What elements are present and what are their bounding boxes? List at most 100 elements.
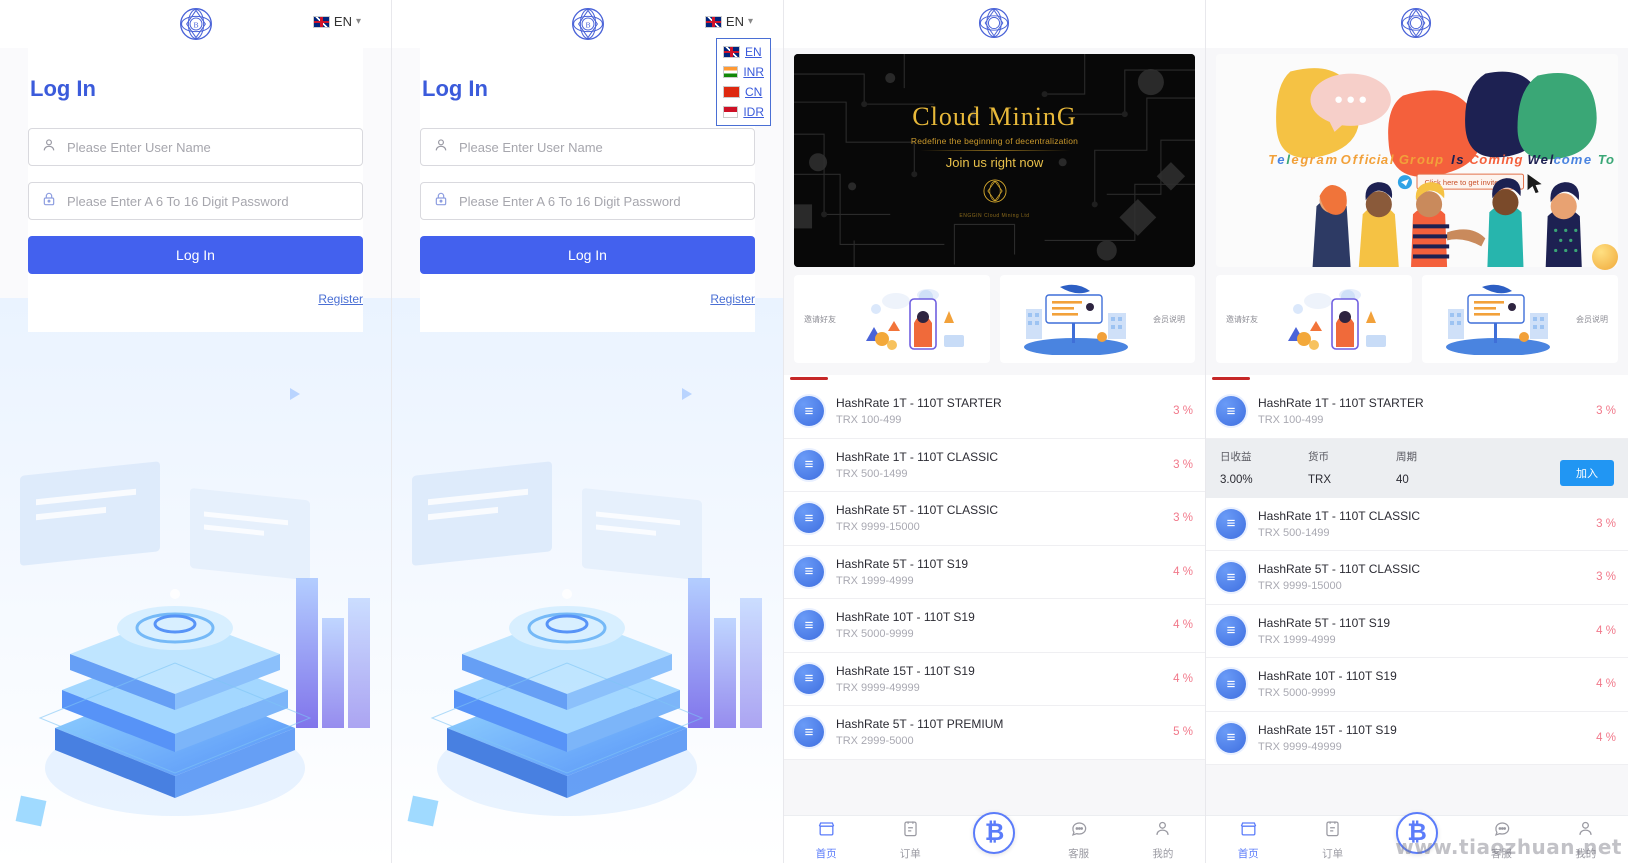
svg-text:e: e (1584, 152, 1591, 167)
banner-carousel[interactable]: Te le gr am Of fi ci al Gr ou p Is C o m… (1206, 48, 1628, 267)
user-profile-icon (1153, 819, 1172, 843)
language-option-inr[interactable]: INR (717, 62, 770, 82)
product-rate: 3 % (1596, 571, 1616, 584)
mining-banner[interactable]: Cloud MininG Redefine the beginning of d… (794, 54, 1195, 267)
join-button[interactable]: 加入 (1560, 459, 1614, 486)
quick-card-member-guide[interactable]: 会员说明 (999, 275, 1195, 363)
svg-text:a: a (1381, 152, 1388, 167)
svg-text:I: I (1451, 152, 1455, 167)
table-row[interactable]: ≡ HashRate 10T - 110T S19 TRX 5000-9999 … (784, 599, 1205, 653)
top-bar: B EN ▾ (0, 0, 391, 48)
tab-indicator (1212, 377, 1250, 380)
svg-text:o: o (1479, 152, 1487, 167)
lock-icon (41, 191, 57, 212)
banner-carousel[interactable]: Cloud MininG Redefine the beginning of d… (784, 48, 1205, 267)
product-rate: 3 % (1596, 517, 1616, 530)
table-row[interactable]: ≡ HashRate 1T - 110T CLASSIC TRX 500-149… (784, 438, 1205, 492)
language-current-label: EN (333, 14, 352, 29)
tab-label: 订单 (899, 847, 921, 860)
tab-home[interactable]: 首页 (796, 819, 856, 861)
screenshot-root: B EN ▾ Log In Please Enter User Name Ple… (0, 0, 1629, 863)
table-row[interactable]: ≡ HashRate 5T - 110T CLASSIC TRX 9999-15… (1206, 551, 1628, 605)
username-field[interactable]: Please Enter User Name (28, 128, 363, 166)
row-content: HashRate 15T - 110T S19 TRX 9999-49999 (1258, 721, 1588, 756)
product-detail-panel: 日收益 3.00% 货币 TRX 周期 40 加入 (1206, 438, 1628, 498)
telegram-banner[interactable]: Te le gr am Of fi ci al Gr ou p Is C o m… (1216, 54, 1618, 267)
table-row[interactable]: ≡ HashRate 5T - 110T S19 TRX 1999-4999 4… (1206, 604, 1628, 658)
tab-orders[interactable]: 订单 (880, 819, 940, 861)
svg-text:o: o (1417, 152, 1425, 167)
quick-card-invite-friends[interactable]: 邀请好友 (1216, 275, 1412, 363)
password-field[interactable]: Please Enter A 6 To 16 Digit Password (420, 182, 755, 220)
orders-icon (1323, 819, 1342, 843)
orders-icon (901, 819, 920, 843)
member-guide-illustration (1016, 283, 1136, 356)
product-range: TRX 5000-9999 (1258, 687, 1336, 699)
user-icon (433, 137, 449, 158)
trx-coin-icon: ≡ (794, 556, 824, 587)
tab-profile[interactable]: 我的 (1133, 819, 1193, 861)
table-row[interactable]: ≡ HashRate 15T - 110T S19 TRX 9999-49999… (1206, 711, 1628, 765)
app-logo-icon: B (571, 7, 605, 41)
language-dropdown-menu[interactable]: EN INR CN IDR (716, 38, 771, 126)
language-switcher[interactable]: EN ▾ (704, 14, 753, 29)
tab-bitcoin-center[interactable]: ₿ (964, 811, 1024, 854)
language-option-en[interactable]: EN (717, 42, 770, 62)
table-row[interactable]: ≡ HashRate 5T - 110T PREMIUM TRX 2999-50… (784, 706, 1205, 760)
table-row[interactable]: ≡ HashRate 5T - 110T S19 TRX 1999-4999 4… (784, 545, 1205, 599)
table-row[interactable]: ≡ HashRate 15T - 110T S19 TRX 9999-49999… (784, 652, 1205, 706)
register-link[interactable]: Register (28, 292, 363, 306)
product-rate: 4 % (1173, 672, 1193, 685)
bottom-tab-bar: 首页 订单 ₿ 客服 我的 (784, 811, 1205, 863)
register-link[interactable]: Register (420, 292, 755, 306)
trx-coin-icon: ≡ (1216, 669, 1246, 700)
product-rate: 4 % (1173, 619, 1193, 632)
quick-action-cards: 邀请好友 会员说明 (1206, 267, 1628, 363)
detail-header: 日收益 (1220, 450, 1252, 463)
app-logo-icon: B (179, 7, 213, 41)
top-bar (784, 0, 1205, 48)
svg-text:o: o (1562, 152, 1570, 167)
quick-card-member-guide[interactable]: 会员说明 (1422, 275, 1618, 363)
floating-coin-badge[interactable] (1592, 244, 1618, 270)
trx-coin-icon: ≡ (794, 503, 824, 534)
detail-period: 周期 40 (1396, 449, 1484, 486)
product-rate: 3 % (1173, 512, 1193, 525)
tab-orders[interactable]: 订单 (1303, 819, 1363, 861)
telegram-group-illustration: Te le gr am Of fi ci al Gr ou p Is C o m… (1216, 54, 1618, 267)
svg-text:n: n (1505, 152, 1513, 167)
site-watermark: www.tiaozhuan.net (1395, 835, 1622, 859)
trx-coin-icon: ≡ (1216, 508, 1246, 539)
table-row[interactable]: ≡ HashRate 10T - 110T S19 TRX 5000-9999 … (1206, 658, 1628, 712)
row-content: HashRate 5T - 110T CLASSIC TRX 9999-1500… (836, 501, 1165, 536)
language-option-idr[interactable]: IDR (717, 102, 770, 122)
flag-en-icon (312, 15, 330, 28)
password-field[interactable]: Please Enter A 6 To 16 Digit Password (28, 182, 363, 220)
trx-coin-icon: ≡ (794, 717, 824, 748)
tab-indicator (790, 377, 828, 380)
tab-support[interactable]: 客服 (1049, 819, 1109, 861)
quick-card-invite-friends[interactable]: 邀请好友 (794, 275, 990, 363)
row-content: HashRate 5T - 110T S19 TRX 1999-4999 (836, 555, 1165, 590)
svg-text:e: e (1277, 152, 1284, 167)
product-name: HashRate 5T - 110T CLASSIC (1258, 562, 1421, 576)
banner-footer: ENGGIN Cloud Mining Ltd (959, 213, 1030, 219)
table-row[interactable]: ≡ HashRate 1T - 110T STARTER TRX 100-499… (784, 385, 1205, 439)
login-submit-button[interactable]: Log In (28, 236, 363, 274)
table-row[interactable]: ≡ HashRate 1T - 110T CLASSIC TRX 500-149… (1206, 497, 1628, 551)
flag-idr-icon (723, 106, 739, 118)
table-row-expanded[interactable]: ≡ HashRate 1T - 110T STARTER TRX 100-499… (1206, 385, 1628, 439)
row-content: HashRate 1T - 110T STARTER TRX 100-499 (1258, 394, 1588, 429)
language-option-cn[interactable]: CN (717, 82, 770, 102)
username-field[interactable]: Please Enter User Name (420, 128, 755, 166)
table-row[interactable]: ≡ HashRate 5T - 110T CLASSIC TRX 9999-15… (784, 492, 1205, 546)
language-switcher[interactable]: EN ▾ (312, 14, 361, 29)
login-submit-button[interactable]: Log In (420, 236, 755, 274)
tab-home[interactable]: 首页 (1218, 819, 1278, 861)
chevron-down-icon: ▾ (355, 16, 361, 27)
detail-header: 周期 (1396, 450, 1417, 463)
svg-text:l: l (1286, 152, 1290, 167)
svg-text:c: c (1554, 152, 1562, 167)
screen-home-mining: Cloud MininG Redefine the beginning of d… (784, 0, 1206, 863)
product-rate: 4 % (1596, 678, 1616, 691)
